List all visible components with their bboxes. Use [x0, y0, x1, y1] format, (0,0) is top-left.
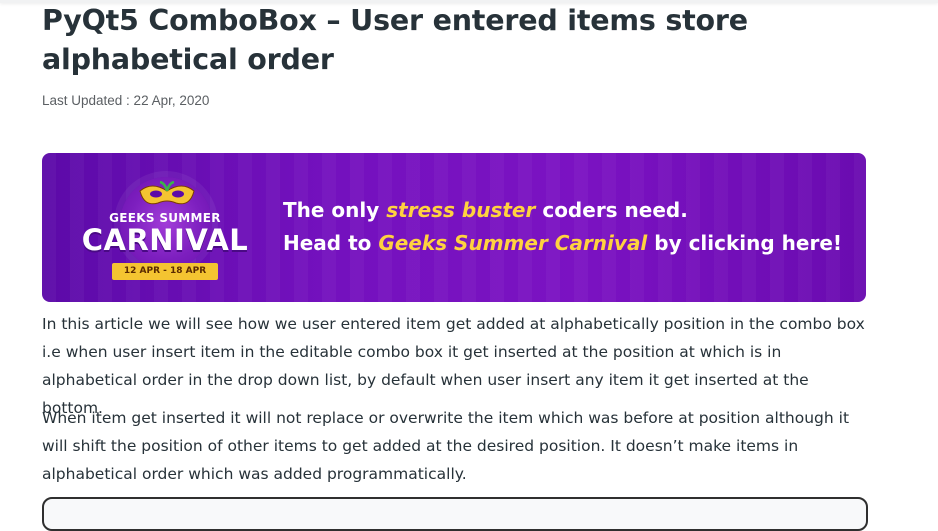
- banner-line1-prefix: The only: [283, 198, 387, 222]
- banner-line2-prefix: Head to: [283, 231, 379, 255]
- banner-line1-highlight: stress buster: [386, 198, 536, 222]
- article-paragraph-2: When item get inserted it will not repla…: [42, 409, 850, 483]
- carnival-mask-icon: [139, 181, 195, 205]
- badge-date-ribbon: 12 APR - 18 APR: [112, 263, 218, 280]
- banner-line2-suffix: by clicking here!: [647, 231, 843, 255]
- banner-line2-highlight: Geeks Summer Carnival: [378, 231, 648, 255]
- banner-line-2: Head to Geeks Summer Carnival by clickin…: [283, 231, 842, 255]
- banner-line1-suffix: coders need.: [535, 198, 688, 222]
- code-block[interactable]: [42, 497, 868, 531]
- last-updated: Last Updated : 22 Apr, 2020: [42, 93, 210, 108]
- article-title: PyQt5 ComboBox – User entered items stor…: [42, 4, 748, 76]
- banner-line-1: The only stress buster coders need.: [283, 198, 688, 222]
- promo-banner[interactable]: GEEKS SUMMER CARNIVAL 12 APR - 18 APR Th…: [42, 153, 866, 302]
- badge-carnival-text: CARNIVAL: [81, 223, 249, 257]
- carnival-badge: GEEKS SUMMER CARNIVAL 12 APR - 18 APR: [80, 171, 250, 286]
